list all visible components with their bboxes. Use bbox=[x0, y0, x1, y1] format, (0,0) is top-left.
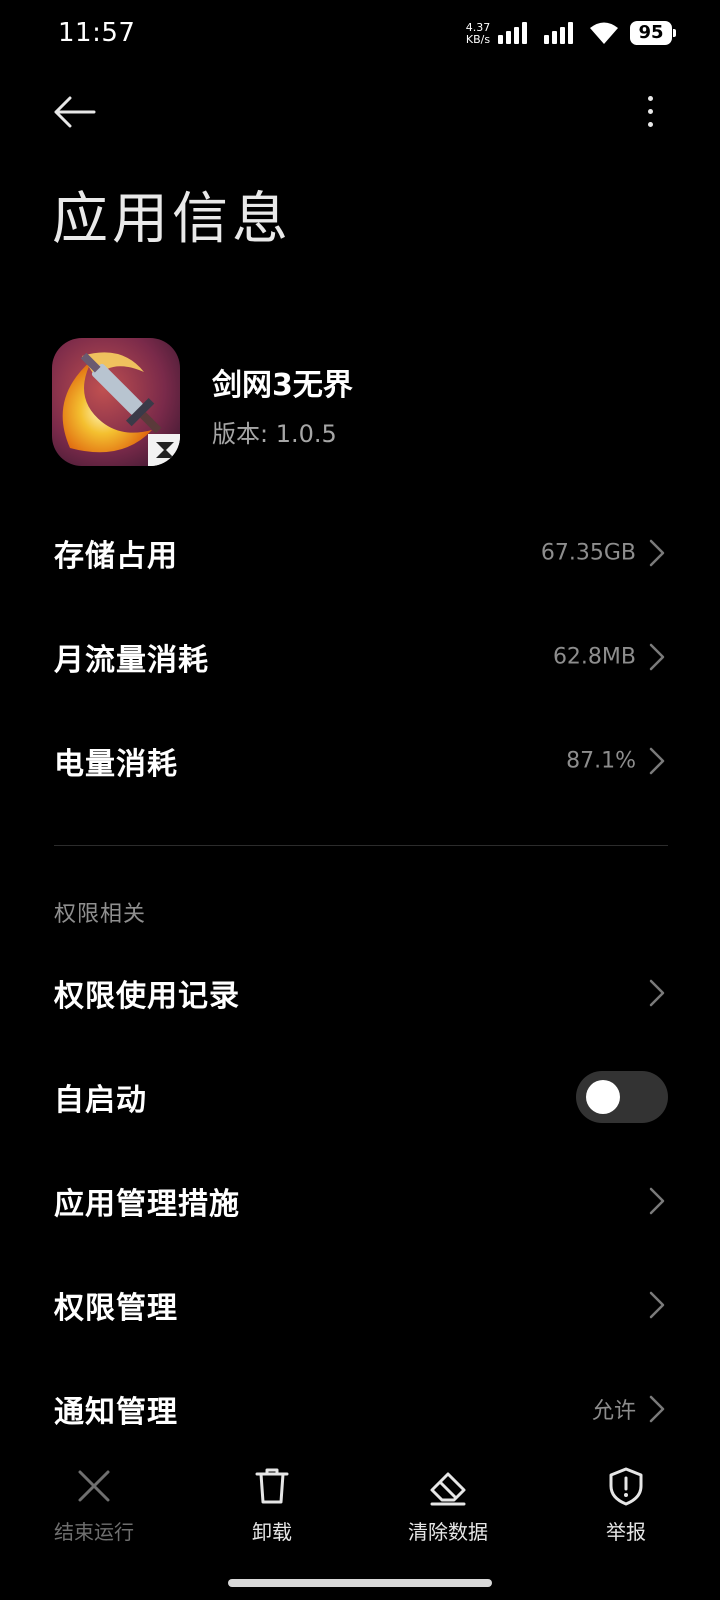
close-icon bbox=[78, 1470, 110, 1502]
app-info-screen: 11:57 4.37 KB/s 95 应用信息 剑网3无界 版本: 1.0.5 … bbox=[0, 0, 720, 1600]
uninstall-button[interactable]: 卸载 bbox=[192, 1458, 352, 1558]
battery-usage-label: 电量消耗 bbox=[54, 747, 178, 782]
permissions-section-title: 权限相关 bbox=[54, 902, 147, 927]
chevron-right-icon bbox=[649, 979, 665, 1007]
shield-alert-icon bbox=[609, 1467, 643, 1506]
signal-icon-2 bbox=[544, 22, 578, 44]
monthly-data-usage-row[interactable]: 月流量消耗 62.8MB bbox=[0, 612, 720, 702]
report-button[interactable]: 举报 bbox=[546, 1458, 706, 1558]
chevron-right-icon bbox=[649, 1395, 665, 1423]
toggle-knob bbox=[586, 1080, 620, 1114]
eraser-icon bbox=[430, 1472, 466, 1506]
status-time: 11:57 bbox=[58, 18, 136, 48]
wifi-icon bbox=[590, 22, 618, 44]
notification-management-label: 通知管理 bbox=[54, 1395, 178, 1430]
storage-usage-label: 存储占用 bbox=[54, 539, 178, 574]
chevron-right-icon bbox=[649, 1187, 665, 1215]
chevron-right-icon bbox=[649, 747, 665, 775]
permission-management-row[interactable]: 权限管理 bbox=[0, 1260, 720, 1350]
bottom-action-bar: 结束运行 卸载 清除数据 举报 bbox=[0, 1458, 720, 1558]
app-icon bbox=[52, 338, 180, 466]
clear-data-button[interactable]: 清除数据 bbox=[368, 1458, 528, 1558]
autostart-row: 自启动 bbox=[0, 1052, 720, 1142]
trash-icon bbox=[255, 1468, 289, 1504]
autostart-label: 自启动 bbox=[54, 1083, 147, 1118]
battery-usage-value: 87.1% bbox=[566, 748, 636, 774]
permission-usage-record-label: 权限使用记录 bbox=[54, 979, 240, 1014]
autostart-toggle[interactable] bbox=[576, 1071, 668, 1123]
more-options-icon[interactable] bbox=[636, 92, 666, 132]
notification-management-value: 允许 bbox=[591, 1399, 636, 1424]
chevron-right-icon bbox=[649, 1291, 665, 1319]
app-management-measures-label: 应用管理措施 bbox=[54, 1187, 240, 1222]
storage-usage-row[interactable]: 存储占用 67.35GB bbox=[0, 508, 720, 598]
status-bar: 11:57 4.37 KB/s 95 bbox=[0, 0, 720, 68]
signal-icon bbox=[498, 22, 532, 44]
app-name: 剑网3无界 bbox=[212, 368, 353, 403]
back-arrow-icon[interactable] bbox=[50, 92, 100, 132]
battery-icon: 95 bbox=[630, 21, 672, 45]
clear-data-label: 清除数据 bbox=[408, 1520, 488, 1544]
network-speed: 4.37 KB/s bbox=[462, 22, 494, 46]
network-speed-unit: KB/s bbox=[465, 33, 491, 46]
monthly-data-usage-label: 月流量消耗 bbox=[54, 643, 209, 678]
force-stop-label: 结束运行 bbox=[54, 1520, 134, 1544]
chevron-right-icon bbox=[649, 643, 665, 671]
permission-management-label: 权限管理 bbox=[54, 1291, 178, 1326]
home-indicator[interactable] bbox=[228, 1579, 492, 1587]
notification-management-row[interactable]: 通知管理 允许 bbox=[0, 1364, 720, 1454]
report-label: 举报 bbox=[606, 1520, 646, 1544]
uninstall-label: 卸载 bbox=[252, 1520, 292, 1544]
permission-usage-record-row[interactable]: 权限使用记录 bbox=[0, 948, 720, 1038]
section-divider bbox=[54, 845, 668, 846]
page-title: 应用信息 bbox=[52, 187, 292, 252]
monthly-data-usage-value: 62.8MB bbox=[552, 644, 636, 670]
app-management-measures-row[interactable]: 应用管理措施 bbox=[0, 1156, 720, 1246]
battery-usage-row[interactable]: 电量消耗 87.1% bbox=[0, 716, 720, 806]
chevron-right-icon bbox=[649, 539, 665, 567]
battery-tip bbox=[673, 29, 676, 37]
app-version: 版本: 1.0.5 bbox=[212, 420, 337, 448]
storage-usage-value: 67.35GB bbox=[540, 540, 636, 566]
force-stop-button[interactable]: 结束运行 bbox=[14, 1458, 174, 1558]
